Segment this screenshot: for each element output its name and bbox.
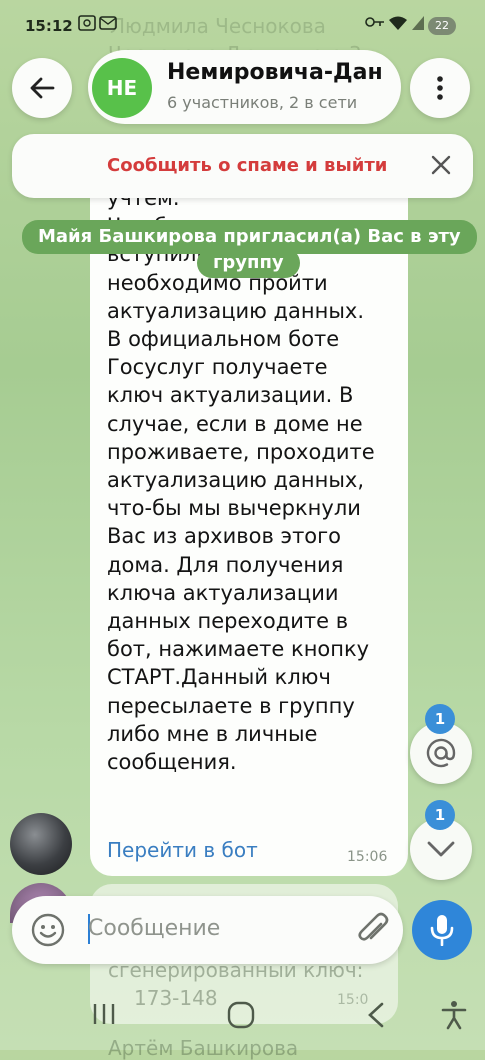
go-to-bot-link[interactable]: Перейти в бот xyxy=(107,838,258,862)
back-arrow-icon xyxy=(30,77,55,99)
recent-apps-button[interactable] xyxy=(91,1002,117,1030)
message-line: актуализацию данных. xyxy=(107,298,365,323)
sender-avatar[interactable] xyxy=(10,813,72,875)
nav-back-button[interactable] xyxy=(366,1002,386,1032)
emoji-icon xyxy=(31,913,65,947)
status-time: 15:12 xyxy=(25,17,73,35)
message-input[interactable]: Сообщение xyxy=(88,916,220,941)
background-sender-name: Людмила Чеснокова xyxy=(110,14,326,38)
paperclip-icon xyxy=(358,912,389,941)
accessibility-button[interactable] xyxy=(441,1000,467,1034)
signal-icon xyxy=(411,15,425,35)
attach-button[interactable] xyxy=(354,910,392,954)
battery-level: 22 xyxy=(428,17,456,35)
more-vertical-icon xyxy=(437,76,443,100)
message-line: Вас из архивов этого xyxy=(107,524,342,549)
message-line: бот, нажимаете кнопку xyxy=(107,637,370,662)
message-line: актуализацию данных, xyxy=(107,468,365,493)
back-button[interactable] xyxy=(12,58,72,118)
message-line: СТАРТ.Данный ключ xyxy=(107,665,331,690)
chat-subtitle: 6 участников, 2 в сети xyxy=(167,93,358,112)
message-line: В официальном боте xyxy=(107,327,340,352)
message-line: пересылаете в группу xyxy=(107,693,355,718)
system-message-line2: группу xyxy=(197,248,300,278)
message-line: данных переходите в xyxy=(107,609,349,634)
message-line: что-бы мы вычеркнули xyxy=(107,496,361,521)
mentions-count-badge: 1 xyxy=(425,704,455,734)
message-line: ключ актуализации. В xyxy=(107,383,354,408)
message-line: либо мне в личные xyxy=(107,721,318,746)
home-icon xyxy=(227,1001,255,1029)
message-line: дома. Для получения xyxy=(107,552,344,577)
recent-apps-icon xyxy=(93,1004,115,1024)
message-line: ключа актуализации xyxy=(107,580,339,605)
message-line: сообщения. xyxy=(107,750,237,775)
at-sign-icon xyxy=(426,738,456,768)
message-line: Госуслуг получаете xyxy=(107,355,328,380)
home-button[interactable] xyxy=(227,1001,255,1033)
report-spam-button[interactable]: Сообщить о спаме и выйти xyxy=(107,155,387,176)
accessibility-icon xyxy=(441,1001,467,1030)
system-navigation-bar xyxy=(0,990,485,1050)
close-icon xyxy=(431,155,451,175)
close-spam-bar-button[interactable] xyxy=(428,152,454,178)
voice-message-button[interactable] xyxy=(412,900,472,960)
unread-count-badge: 1 xyxy=(425,800,455,830)
more-options-button[interactable] xyxy=(410,58,470,118)
emoji-button[interactable] xyxy=(30,912,66,952)
screenshot-icon xyxy=(78,15,96,35)
wifi-icon xyxy=(388,15,408,35)
key-icon xyxy=(365,15,385,33)
microphone-icon xyxy=(430,915,454,946)
chat-title[interactable]: Немировича-Дан xyxy=(167,60,392,85)
message-line: случае, если в доме не xyxy=(107,411,363,436)
message-line: проживаете, проходите xyxy=(107,439,375,464)
chevron-down-icon xyxy=(427,841,455,857)
nav-back-icon xyxy=(368,1002,384,1028)
message-time: 15:06 xyxy=(347,849,388,865)
group-avatar[interactable]: НЕ xyxy=(92,58,152,118)
